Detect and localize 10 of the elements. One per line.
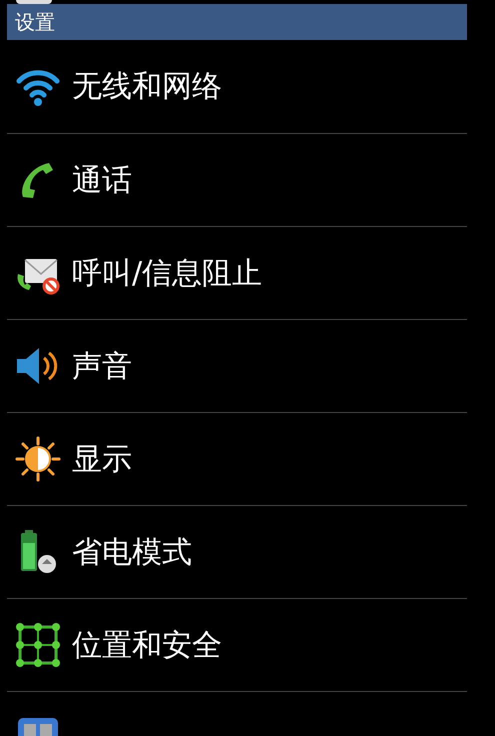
settings-item[interactable]: 省电模式 bbox=[7, 505, 467, 598]
window-title: 设置 bbox=[15, 9, 55, 36]
grid-dots-icon bbox=[15, 622, 61, 668]
settings-item[interactable]: 声音 bbox=[7, 319, 467, 412]
settings-item[interactable]: 位置和安全 bbox=[7, 598, 467, 691]
sun-icon bbox=[15, 436, 61, 482]
settings-item[interactable]: 通话 bbox=[7, 133, 467, 226]
settings-item[interactable]: 呼叫/信息阻止 bbox=[7, 226, 467, 319]
settings-item[interactable]: 无线和网络 bbox=[7, 40, 467, 133]
settings-item[interactable]: 显示 bbox=[7, 412, 467, 505]
